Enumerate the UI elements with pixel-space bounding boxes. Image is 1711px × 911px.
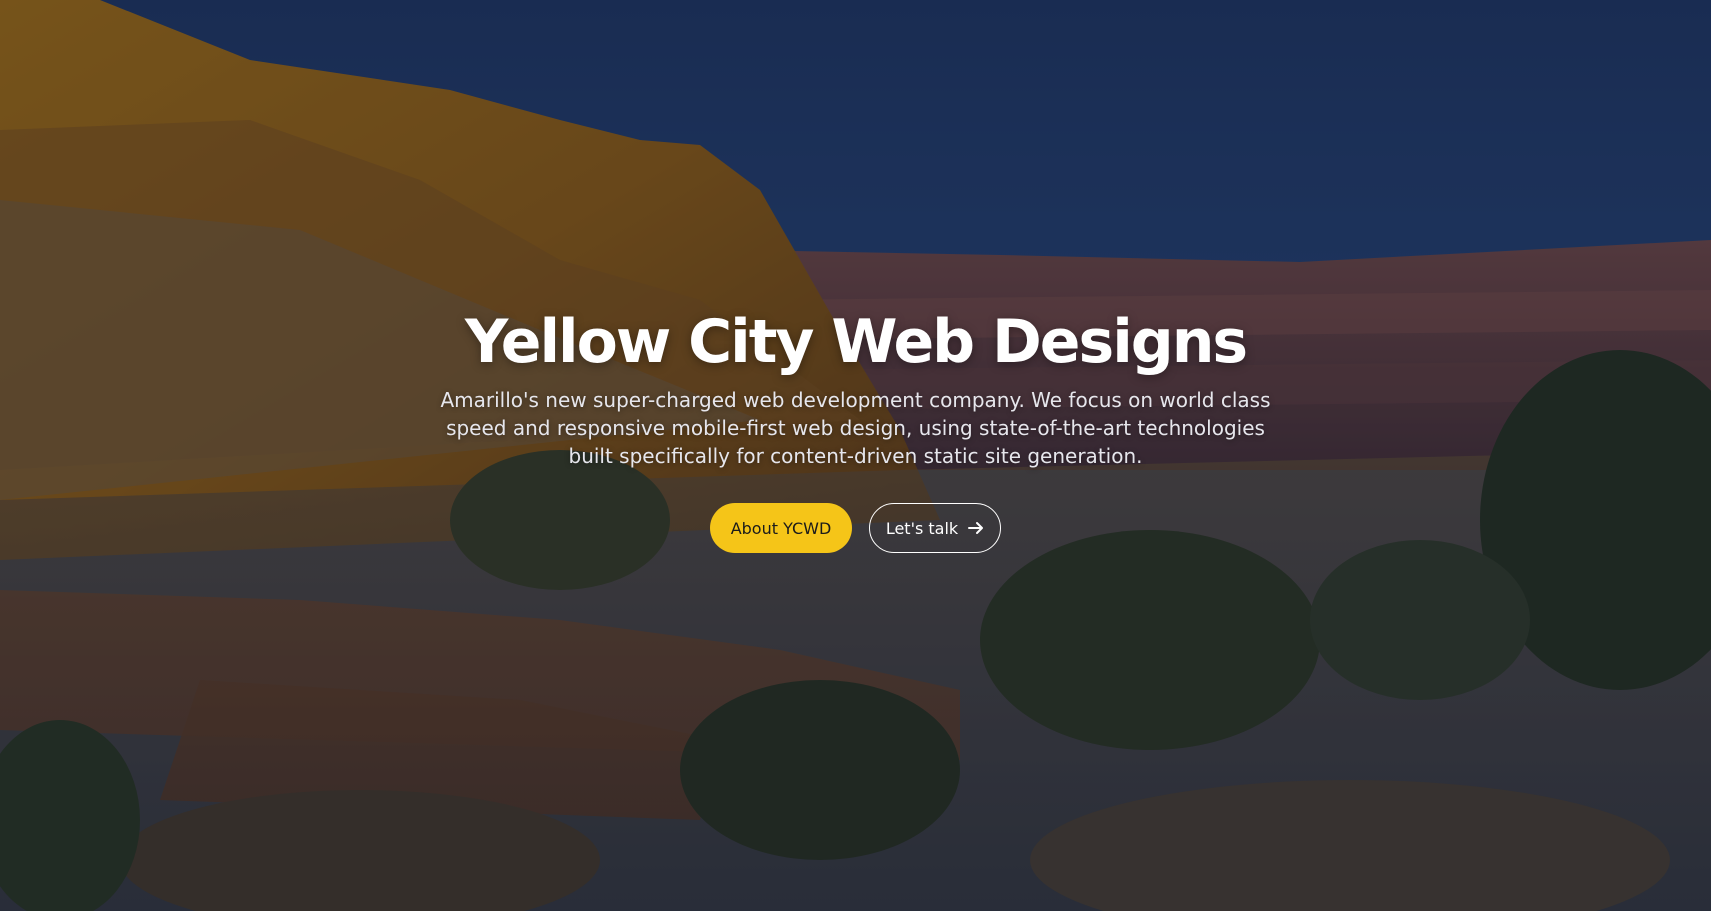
about-ycwd-button-label: About YCWD	[730, 518, 832, 538]
hero-title: Yellow City Web Designs	[464, 307, 1248, 377]
arrow-right-icon	[968, 521, 984, 535]
hero-content: Yellow City Web Designs Amarillo's new s…	[0, 300, 1711, 553]
hero-actions: About YCWD Let's talk	[710, 503, 1001, 553]
lets-talk-button-label: Let's talk	[885, 518, 959, 538]
about-ycwd-button[interactable]: About YCWD	[710, 503, 852, 553]
lets-talk-button[interactable]: Let's talk	[869, 503, 1001, 553]
hero-subtitle: Amarillo's new super-charged web develop…	[440, 388, 1271, 468]
hero-section: Yellow City Web Designs Amarillo's new s…	[0, 0, 1711, 911]
